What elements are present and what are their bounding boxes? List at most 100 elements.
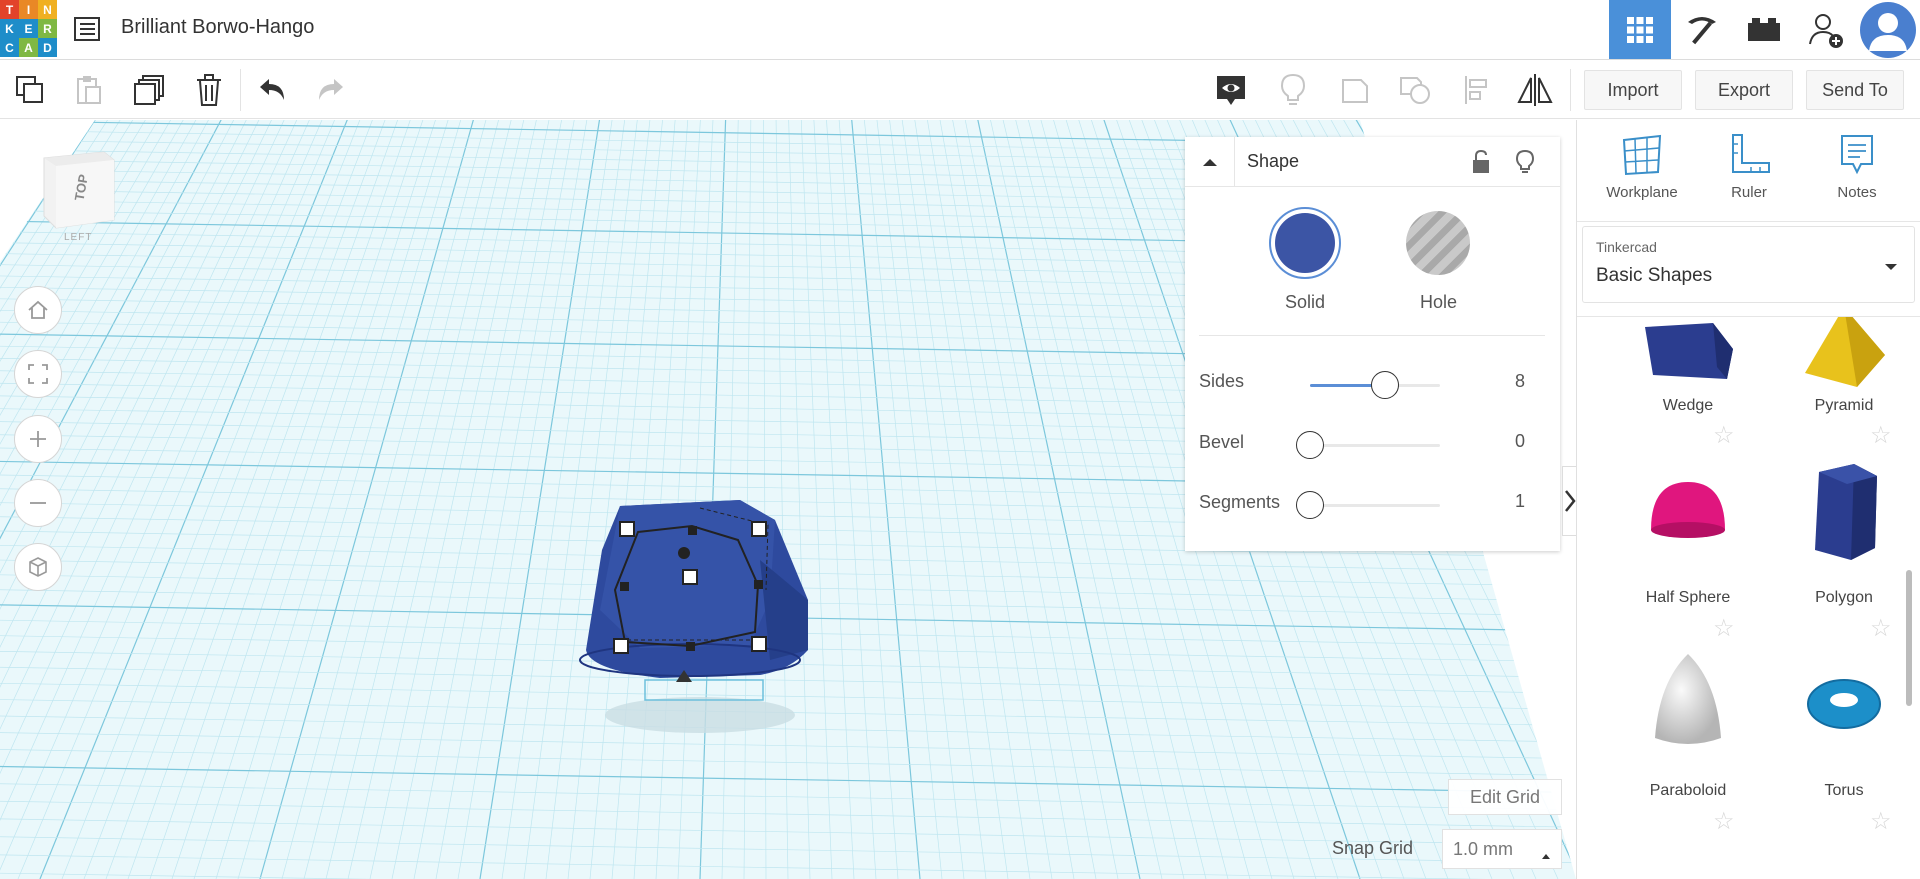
3d-view-grid-icon[interactable] <box>1609 0 1671 59</box>
favorite-star-icon[interactable]: ☆ <box>1870 421 1892 450</box>
torus-icon <box>1807 679 1881 729</box>
caret-down-icon <box>1884 259 1898 277</box>
design-title[interactable]: Brilliant Borwo-Hango <box>121 16 314 39</box>
notes-label: Notes <box>1837 184 1877 201</box>
workplane-label: Workplane <box>1606 184 1678 201</box>
shape-paraboloid-label: Paraboloid <box>1649 782 1727 799</box>
wedge-icon <box>1645 323 1733 379</box>
lightbulb-icon[interactable] <box>1515 149 1535 180</box>
inspector-title: Shape <box>1247 151 1300 171</box>
import-button[interactable]: Import <box>1584 70 1682 110</box>
sides-label: Sides <box>1199 371 1245 391</box>
plus-icon <box>30 431 46 447</box>
logo-letter: A <box>19 38 38 57</box>
home-view-button[interactable] <box>14 286 62 334</box>
pickaxe-icon[interactable] <box>1671 0 1733 59</box>
shape-pyramid[interactable] <box>1769 317 1919 437</box>
shape-torus[interactable] <box>1769 642 1919 802</box>
shape-wedge[interactable] <box>1613 317 1763 437</box>
copy-icon[interactable] <box>11 71 49 109</box>
shape-pyramid-label: Pyramid <box>1814 397 1874 414</box>
notes-tool[interactable]: Notes <box>1802 132 1912 222</box>
design-list-icon[interactable] <box>72 14 104 44</box>
show-hide-icon[interactable] <box>1212 71 1250 109</box>
library-source: Tinkercad <box>1596 239 1657 255</box>
cube-icon <box>29 557 47 577</box>
send-to-button[interactable]: Send To <box>1806 70 1904 110</box>
logo-letter: N <box>38 0 57 19</box>
mirror-icon[interactable] <box>1516 71 1554 109</box>
hole-option[interactable] <box>1406 211 1470 275</box>
shape-library-dropdown[interactable]: Tinkercad Basic Shapes <box>1582 226 1915 303</box>
snap-grid-label: Snap Grid <box>1332 838 1414 858</box>
solid-option[interactable] <box>1269 207 1341 279</box>
bevel-value[interactable]: 0 <box>1485 431 1525 452</box>
paste-icon[interactable] <box>69 71 107 109</box>
logo-letter: C <box>0 38 19 57</box>
ruler-tool[interactable]: Ruler <box>1694 132 1804 222</box>
tinkercad-logo[interactable]: T I N K E R C A D <box>0 0 57 57</box>
shape-polygon-label: Polygon <box>1815 589 1873 606</box>
paraboloid-icon <box>1655 654 1721 744</box>
toolbar-divider <box>240 69 241 111</box>
bevel-slider-knob[interactable] <box>1296 431 1324 459</box>
favorite-star-icon[interactable]: ☆ <box>1870 807 1892 836</box>
edit-grid-button[interactable]: Edit Grid <box>1448 779 1562 815</box>
logo-letter: E <box>19 19 38 38</box>
minus-icon <box>30 502 46 504</box>
shape-half-sphere[interactable] <box>1613 452 1763 612</box>
sides-value[interactable]: 8 <box>1485 371 1525 392</box>
segments-slider-knob[interactable] <box>1296 491 1324 519</box>
redo-icon[interactable] <box>312 71 350 109</box>
snap-grid-select[interactable]: 1.0 mm <box>1442 829 1562 869</box>
solid-color-swatch <box>1275 213 1335 273</box>
polygon-icon <box>1815 464 1877 560</box>
align-icon[interactable] <box>1458 71 1496 109</box>
undo-icon[interactable] <box>253 71 291 109</box>
lock-icon[interactable] <box>1470 149 1492 180</box>
favorite-star-icon[interactable]: ☆ <box>1870 614 1892 643</box>
logo-letter: T <box>0 0 19 19</box>
avatar[interactable] <box>1857 0 1919 59</box>
panel-divider <box>1577 221 1920 222</box>
collapse-inspector-icon[interactable] <box>1185 137 1235 187</box>
favorite-star-icon[interactable]: ☆ <box>1713 421 1735 450</box>
view-cube[interactable]: TOP LEFT <box>38 150 122 243</box>
duplicate-icon[interactable] <box>130 71 168 109</box>
sides-slider-knob[interactable] <box>1371 371 1400 399</box>
segments-slider[interactable] <box>1310 504 1440 507</box>
zoom-in-button[interactable] <box>14 415 62 463</box>
favorite-star-icon[interactable]: ☆ <box>1713 614 1735 643</box>
group-icon[interactable] <box>1336 71 1374 109</box>
ruler-icon <box>1732 134 1770 173</box>
bevel-slider[interactable] <box>1310 444 1440 447</box>
bevel-label: Bevel <box>1199 432 1245 452</box>
shape-inspector: Shape Solid Hole Sides 8 Bevel 0 Segment… <box>1185 137 1560 551</box>
shapes-grid: Wedge Pyramid ☆ ☆ Half Sphere Polygon ☆ … <box>1577 317 1920 879</box>
ungroup-icon[interactable] <box>1396 71 1434 109</box>
shape-paraboloid[interactable] <box>1613 642 1763 802</box>
segments-value[interactable]: 1 <box>1485 491 1525 512</box>
shapes-scrollbar[interactable] <box>1906 570 1912 706</box>
export-button[interactable]: Export <box>1695 70 1793 110</box>
logo-letter: I <box>19 0 38 19</box>
edit-toolbar: Import Export Send To <box>0 61 1920 119</box>
ruler-label: Ruler <box>1731 184 1767 201</box>
zoom-out-button[interactable] <box>14 479 62 527</box>
caret-up-icon <box>1541 844 1551 865</box>
favorite-star-icon[interactable]: ☆ <box>1713 807 1735 836</box>
bricks-icon[interactable] <box>1733 0 1795 59</box>
workplane-icon <box>1622 134 1662 176</box>
add-user-icon[interactable] <box>1795 0 1857 59</box>
workplane-tool[interactable]: Workplane <box>1587 132 1697 222</box>
hole-label: Hole <box>1420 292 1458 312</box>
delete-icon[interactable] <box>190 71 228 109</box>
inspector-header: Shape <box>1185 137 1560 187</box>
fit-view-button[interactable] <box>14 350 62 398</box>
perspective-toggle-button[interactable] <box>14 543 62 591</box>
half-sphere-icon <box>1651 482 1725 538</box>
lightbulb-icon[interactable] <box>1274 71 1312 109</box>
home-icon <box>28 300 48 319</box>
shape-polygon[interactable] <box>1769 452 1919 612</box>
library-name: Basic Shapes <box>1596 265 1713 286</box>
